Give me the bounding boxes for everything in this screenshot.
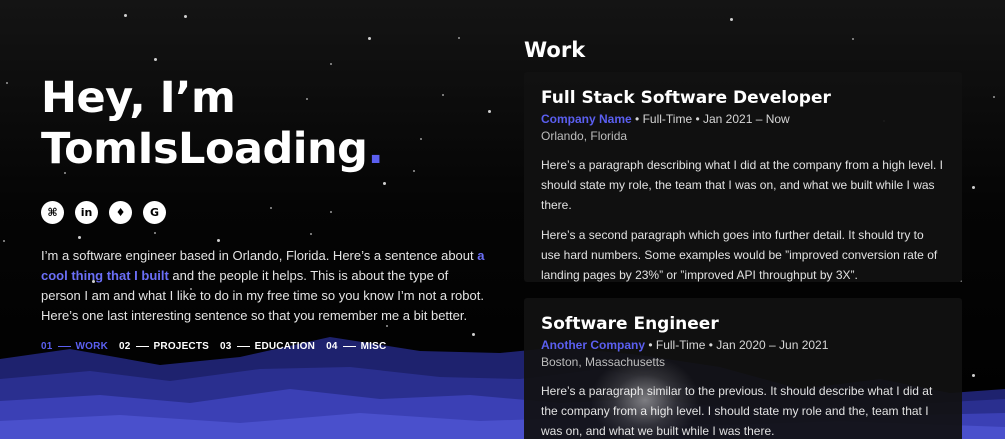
nav-rule xyxy=(236,346,250,347)
nav-rule xyxy=(342,346,356,347)
job-title: Software Engineer xyxy=(541,314,719,334)
job-location: Boston, Massachusetts xyxy=(541,355,666,369)
google-icon[interactable]: G xyxy=(143,201,166,224)
job-description: Here’s a second paragraph which goes int… xyxy=(541,228,938,282)
nav-number: 01 xyxy=(41,341,53,352)
job-description: Here’s a paragraph similar to the previo… xyxy=(541,384,933,438)
job-location: Orlando, Florida xyxy=(541,129,628,143)
job-card: Full Stack Software Developer Company Na… xyxy=(524,72,962,282)
linkedin-icon[interactable]: in xyxy=(75,201,98,224)
work-section-title: Work xyxy=(524,38,586,62)
job-details: • Full-Time • Jan 2021 – Now xyxy=(631,112,790,126)
nav-item-misc[interactable]: 04 MISC xyxy=(326,341,386,352)
nav-number: 04 xyxy=(326,341,338,352)
job-title: Full Stack Software Developer xyxy=(541,88,831,108)
nav-label: MISC xyxy=(360,341,387,352)
nav-label: PROJECTS xyxy=(153,341,210,352)
company-link[interactable]: Company Name xyxy=(541,112,632,126)
hero-line-2: TomIsLoading xyxy=(41,124,368,174)
hero-line-1: Hey, I’m xyxy=(41,73,236,123)
nav-rule xyxy=(135,346,149,347)
section-nav: 01 WORK 02 PROJECTS 03 EDUCATION 04 MISC xyxy=(41,341,386,352)
nav-number: 02 xyxy=(119,341,131,352)
company-link[interactable]: Another Company xyxy=(541,338,645,352)
job-meta: Another Company • Full-Time • Jan 2020 –… xyxy=(541,337,945,354)
nav-item-projects[interactable]: 02 PROJECTS xyxy=(119,341,209,352)
social-links: ⌘ in ♦ G xyxy=(41,201,166,224)
nav-item-work[interactable]: 01 WORK xyxy=(41,341,108,352)
hero-accent-dot: . xyxy=(367,124,384,174)
job-description: Here’s a paragraph describing what I did… xyxy=(541,158,943,212)
nav-item-education[interactable]: 03 EDUCATION xyxy=(220,341,315,352)
hero-heading: Hey, I’m TomIsLoading. xyxy=(41,73,384,175)
nav-rule xyxy=(57,346,71,347)
nav-number: 03 xyxy=(220,341,232,352)
job-details: • Full-Time • Jan 2020 – Jun 2021 xyxy=(645,338,829,352)
twitter-icon[interactable]: ♦ xyxy=(109,201,132,224)
github-icon[interactable]: ⌘ xyxy=(41,201,64,224)
job-meta: Company Name • Full-Time • Jan 2021 – No… xyxy=(541,111,945,128)
bio-text-1: I’m a software engineer based in Orlando… xyxy=(41,248,478,263)
job-card: Software Engineer Another Company • Full… xyxy=(524,298,962,439)
nav-label: EDUCATION xyxy=(254,341,316,352)
bio-paragraph: I’m a software engineer based in Orlando… xyxy=(41,246,491,326)
nav-label: WORK xyxy=(75,341,108,352)
